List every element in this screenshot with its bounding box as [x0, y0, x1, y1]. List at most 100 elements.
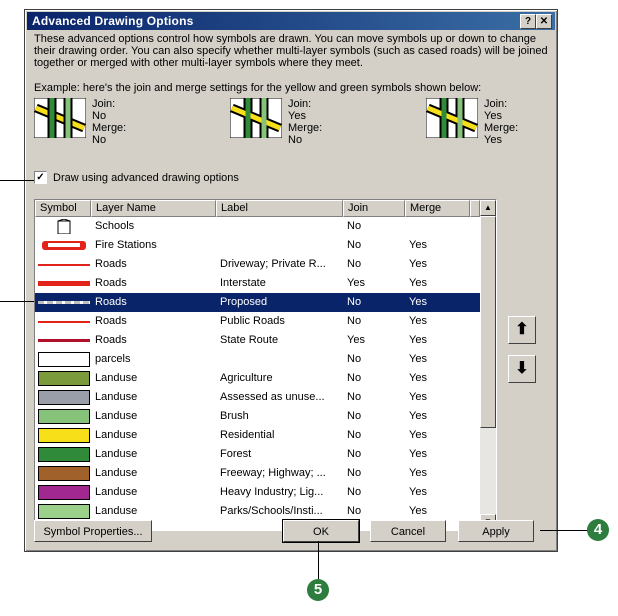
- table-row[interactable]: Roads Interstate Yes Yes: [35, 274, 480, 293]
- cancel-button[interactable]: Cancel: [370, 520, 446, 542]
- line-symbol-icon: [38, 276, 90, 291]
- column-header-symbol[interactable]: Symbol: [35, 200, 91, 217]
- join-cell[interactable]: Yes: [347, 277, 365, 289]
- sample-merge: Merge: No: [288, 122, 323, 146]
- dialog-title: Advanced Drawing Options: [32, 14, 194, 28]
- table-row[interactable]: Roads Driveway; Private R... No Yes: [35, 255, 480, 274]
- label-cell: Parks/Schools/Insti...: [220, 505, 323, 517]
- sample-join: Join: Yes: [288, 98, 312, 122]
- merge-cell[interactable]: Yes: [409, 410, 427, 422]
- join-cell[interactable]: No: [347, 239, 361, 251]
- label-cell: Proposed: [220, 296, 268, 308]
- join-cell[interactable]: No: [347, 448, 361, 460]
- merge-cell[interactable]: Yes: [409, 505, 427, 517]
- sample-merge: Merge: No: [92, 122, 127, 146]
- table-row[interactable]: parcels No Yes: [35, 350, 480, 369]
- column-header-merge[interactable]: Merge: [405, 200, 470, 217]
- table-row[interactable]: Landuse Assessed as unuse... No Yes: [35, 388, 480, 407]
- join-cell[interactable]: Yes: [347, 334, 365, 346]
- join-cell[interactable]: No: [347, 258, 361, 270]
- join-cell[interactable]: No: [347, 410, 361, 422]
- move-up-button[interactable]: ⬆: [508, 316, 536, 344]
- merge-cell[interactable]: Yes: [409, 315, 427, 327]
- label-cell: Forest: [220, 448, 252, 460]
- merge-cell[interactable]: Yes: [409, 372, 427, 384]
- line-symbol-icon: [38, 333, 90, 348]
- callout-4: 4: [587, 519, 609, 541]
- merge-cell[interactable]: Yes: [409, 334, 427, 346]
- scroll-up-arrow-icon[interactable]: ▲: [480, 200, 496, 216]
- road-sample-icon: [230, 98, 282, 138]
- line-symbol-icon: [38, 257, 90, 272]
- merge-cell[interactable]: Yes: [409, 258, 427, 270]
- column-header-layer-name[interactable]: Layer Name: [91, 200, 216, 217]
- layer-name-cell: Landuse: [95, 372, 138, 384]
- vertical-scrollbar[interactable]: ▲ ▼: [480, 200, 496, 530]
- join-cell[interactable]: No: [347, 467, 361, 479]
- advanced-drawing-checkbox-label[interactable]: Draw using advanced drawing options: [53, 172, 239, 184]
- join-cell[interactable]: No: [347, 315, 361, 327]
- merge-cell[interactable]: Yes: [409, 239, 427, 251]
- close-button[interactable]: ✕: [536, 14, 552, 29]
- label-cell: Freeway; Highway; ...: [220, 467, 326, 479]
- help-button[interactable]: ?: [520, 14, 536, 29]
- road-sample-icon: [426, 98, 478, 138]
- table-row[interactable]: Roads State Route Yes Yes: [35, 331, 480, 350]
- join-cell[interactable]: No: [347, 296, 361, 308]
- table-row[interactable]: Landuse Brush No Yes: [35, 407, 480, 426]
- merge-cell[interactable]: Yes: [409, 391, 427, 403]
- layer-name-cell: Roads: [95, 315, 127, 327]
- merge-cell[interactable]: Yes: [409, 277, 427, 289]
- scroll-thumb[interactable]: [480, 216, 496, 428]
- merge-cell[interactable]: Yes: [409, 296, 427, 308]
- layer-name-cell: Roads: [95, 296, 127, 308]
- table-row[interactable]: Landuse Freeway; Highway; ... No Yes: [35, 464, 480, 483]
- sample-join: Join: Yes: [484, 98, 508, 122]
- table-row[interactable]: Roads Proposed No Yes: [35, 293, 480, 312]
- join-cell[interactable]: No: [347, 429, 361, 441]
- join-cell[interactable]: No: [347, 505, 361, 517]
- symbol-list[interactable]: Symbol Layer Name Label Join Merge Schoo…: [34, 199, 497, 531]
- label-cell: Brush: [220, 410, 249, 422]
- merge-cell[interactable]: Yes: [409, 486, 427, 498]
- merge-cell[interactable]: Yes: [409, 353, 427, 365]
- table-row[interactable]: Landuse Agriculture No Yes: [35, 369, 480, 388]
- merge-cell[interactable]: Yes: [409, 467, 427, 479]
- fill-swatch-icon: [38, 485, 90, 500]
- layer-name-cell: Roads: [95, 334, 127, 346]
- apply-button[interactable]: Apply: [458, 520, 534, 542]
- layer-name-cell: Landuse: [95, 429, 138, 441]
- sample-merge: Merge: Yes: [484, 122, 519, 146]
- column-header-label[interactable]: Label: [216, 200, 343, 217]
- join-cell[interactable]: No: [347, 486, 361, 498]
- join-cell[interactable]: No: [347, 372, 361, 384]
- move-down-button[interactable]: ⬇: [508, 355, 536, 383]
- layer-name-cell: Landuse: [95, 467, 138, 479]
- table-row[interactable]: Roads Public Roads No Yes: [35, 312, 480, 331]
- fill-swatch-icon: [38, 409, 90, 424]
- table-row[interactable]: Schools No: [35, 217, 480, 236]
- label-cell: Agriculture: [220, 372, 273, 384]
- school-icon: [38, 218, 90, 235]
- description-text: These advanced options control how symbo…: [34, 33, 548, 69]
- advanced-drawing-checkbox-row[interactable]: ✓ Draw using advanced drawing options: [34, 171, 239, 184]
- table-row[interactable]: Landuse Forest No Yes: [35, 445, 480, 464]
- column-header-join[interactable]: Join: [343, 200, 405, 217]
- ok-button[interactable]: OK: [282, 519, 360, 543]
- fill-swatch-icon: [38, 428, 90, 443]
- join-cell[interactable]: No: [347, 391, 361, 403]
- join-cell[interactable]: No: [347, 353, 361, 365]
- merge-cell[interactable]: Yes: [409, 448, 427, 460]
- column-header-filler: [470, 200, 480, 217]
- fire-station-icon: [38, 238, 90, 253]
- table-row[interactable]: Landuse Residential No Yes: [35, 426, 480, 445]
- table-row[interactable]: Landuse Parks/Schools/Insti... No Yes: [35, 502, 480, 521]
- callout-line-ok: [318, 541, 319, 579]
- table-row[interactable]: Fire Stations No Yes: [35, 236, 480, 255]
- symbol-properties-button[interactable]: Symbol Properties...: [34, 520, 152, 542]
- join-cell[interactable]: No: [347, 220, 361, 232]
- merge-cell[interactable]: Yes: [409, 429, 427, 441]
- table-row[interactable]: Landuse Heavy Industry; Lig... No Yes: [35, 483, 480, 502]
- advanced-drawing-checkbox[interactable]: ✓: [34, 171, 47, 184]
- layer-name-cell: Roads: [95, 258, 127, 270]
